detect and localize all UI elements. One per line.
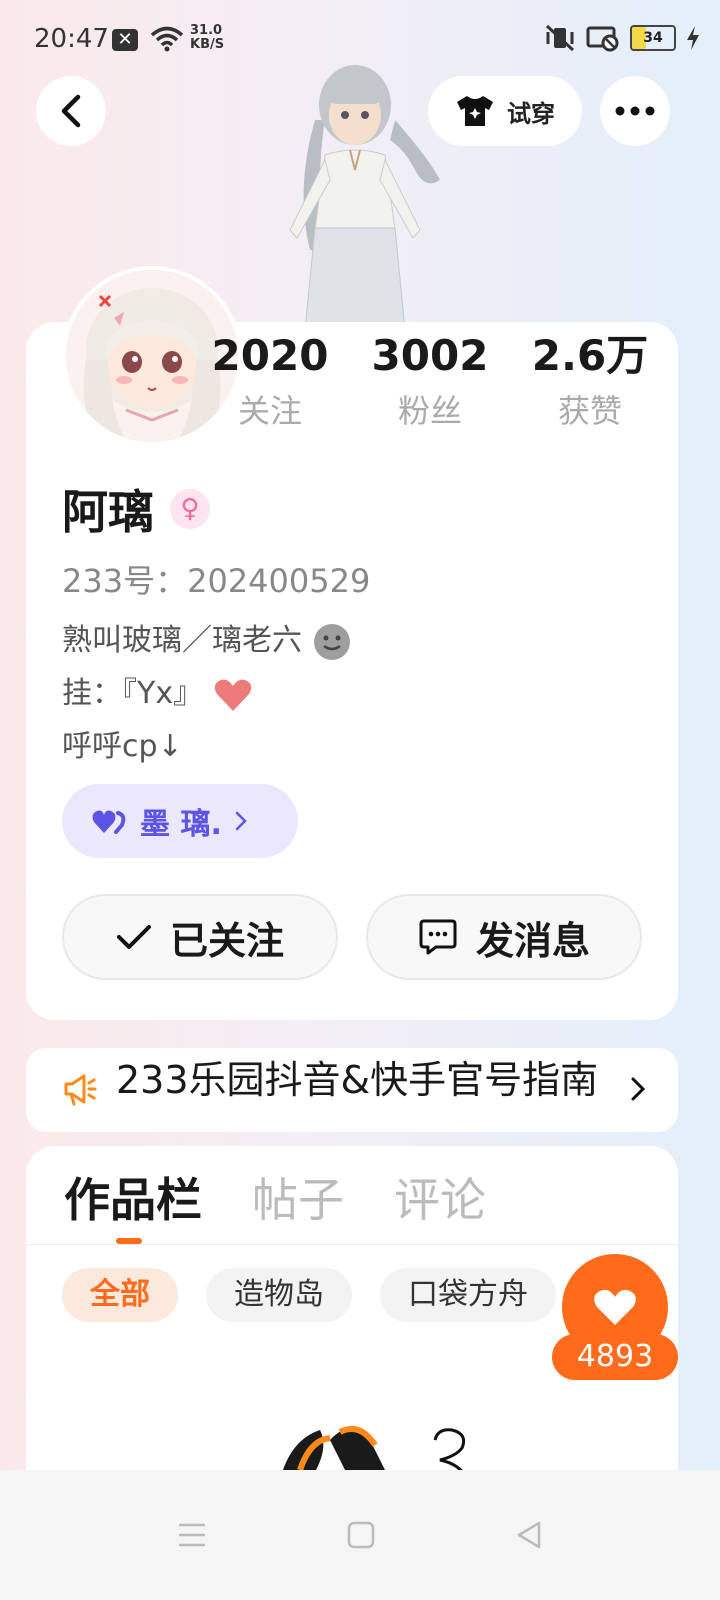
chevron-right-icon (235, 811, 247, 831)
bio-line-1-text: 熟叫玻璃／璃老六 (62, 623, 302, 658)
following-count: 2020 (211, 331, 329, 380)
announcement-banner[interactable]: 233乐园抖音&快手官号指南 (26, 1048, 678, 1132)
try-on-button[interactable]: 试穿 (428, 76, 582, 146)
chip-creation-island[interactable]: 造物岛 (206, 1268, 352, 1322)
more-dots-icon (615, 106, 655, 116)
user-id[interactable]: 233号：202400529 (62, 556, 370, 602)
screen-record-icon (586, 26, 619, 52)
following-stat[interactable]: 2020 关注 (200, 330, 340, 432)
likes-received-count: 2.6万 (531, 331, 649, 380)
like-count-badge: 4893 (552, 1334, 678, 1380)
message-button-label: 发消息 (475, 918, 590, 963)
bio-line-3: 呼呼cp↓ (62, 729, 183, 764)
heart-icon (214, 679, 251, 711)
speed-unit: KB/S (190, 37, 225, 52)
bio-line-2: 挂：『Yx』 (62, 667, 352, 720)
chip-pocket-ark[interactable]: 口袋方舟 (380, 1268, 556, 1322)
fans-stat[interactable]: 3002 粉丝 (360, 330, 500, 432)
try-on-label: 试穿 (507, 99, 555, 128)
charging-icon (687, 26, 699, 50)
likes-received-label: 获赞 (557, 392, 622, 430)
heart-icon (594, 1289, 636, 1325)
menu-icon[interactable] (177, 1522, 207, 1548)
notification-icon: ✕ (112, 29, 138, 51)
message-button[interactable]: 发消息 (366, 894, 642, 980)
checkmark-icon (116, 925, 151, 949)
name-row: 阿璃 ♀ (62, 476, 210, 542)
network-speed: 31.0 KB/S (190, 24, 224, 52)
chevron-left-icon (61, 94, 81, 128)
chevron-right-icon (631, 1077, 646, 1101)
stats-row: 2020 关注 3002 粉丝 2.6万 获赞 (200, 330, 660, 432)
cp-name: 墨 璃. (140, 807, 222, 842)
following-button[interactable]: 已关注 (62, 894, 338, 980)
tshirt-icon (457, 96, 493, 126)
announcement-text: 233乐园抖音&快手官号指南 (116, 1058, 599, 1102)
speed-value: 31.0 (190, 23, 223, 38)
smiley-face-icon (313, 623, 350, 660)
megaphone-icon (64, 1074, 97, 1106)
female-gender-icon: ♀ (170, 489, 210, 529)
system-nav-bar (0, 1470, 720, 1600)
tab-posts[interactable]: 帖子 (252, 1164, 344, 1230)
chip-all[interactable]: 全部 (62, 1268, 178, 1322)
tab-comments[interactable]: 评论 (394, 1164, 486, 1230)
following-button-label: 已关注 (169, 918, 284, 963)
bio-line-1: 熟叫玻璃／璃老六 (62, 614, 352, 667)
profile-bio: 熟叫玻璃／璃老六 挂：『Yx』 呼呼cp↓ (62, 614, 352, 773)
bio-line-2-text: 挂：『Yx』 (62, 676, 204, 711)
cp-tag-button[interactable]: 墨 璃. (62, 784, 298, 858)
battery-indicator: 34 (630, 25, 676, 51)
status-time: 20:47 (34, 24, 109, 54)
fans-label: 粉丝 (397, 392, 462, 430)
couple-hearts-icon (92, 810, 126, 834)
profile-name: 阿璃 (62, 485, 154, 539)
filter-chips: 全部 造物岛 口袋方舟 (62, 1268, 556, 1322)
chat-bubble-icon (419, 919, 457, 955)
content-tabs: 作品栏 帖子 评论 (64, 1164, 486, 1230)
vibrate-off-icon (545, 24, 575, 52)
avatar-3d-character[interactable] (255, 60, 455, 330)
battery-level: 34 (643, 30, 663, 46)
back-button[interactable] (36, 76, 106, 146)
wifi-icon (150, 26, 184, 52)
following-label: 关注 (237, 392, 302, 430)
tab-works[interactable]: 作品栏 (64, 1164, 202, 1230)
status-right: 34 (544, 24, 700, 52)
tabs-divider (26, 1244, 678, 1245)
fans-count: 3002 (371, 331, 489, 380)
more-button[interactable] (600, 76, 670, 146)
likes-stat[interactable]: 2.6万 获赞 (520, 330, 660, 432)
back-nav-icon[interactable] (515, 1520, 543, 1550)
home-icon[interactable] (347, 1521, 375, 1549)
